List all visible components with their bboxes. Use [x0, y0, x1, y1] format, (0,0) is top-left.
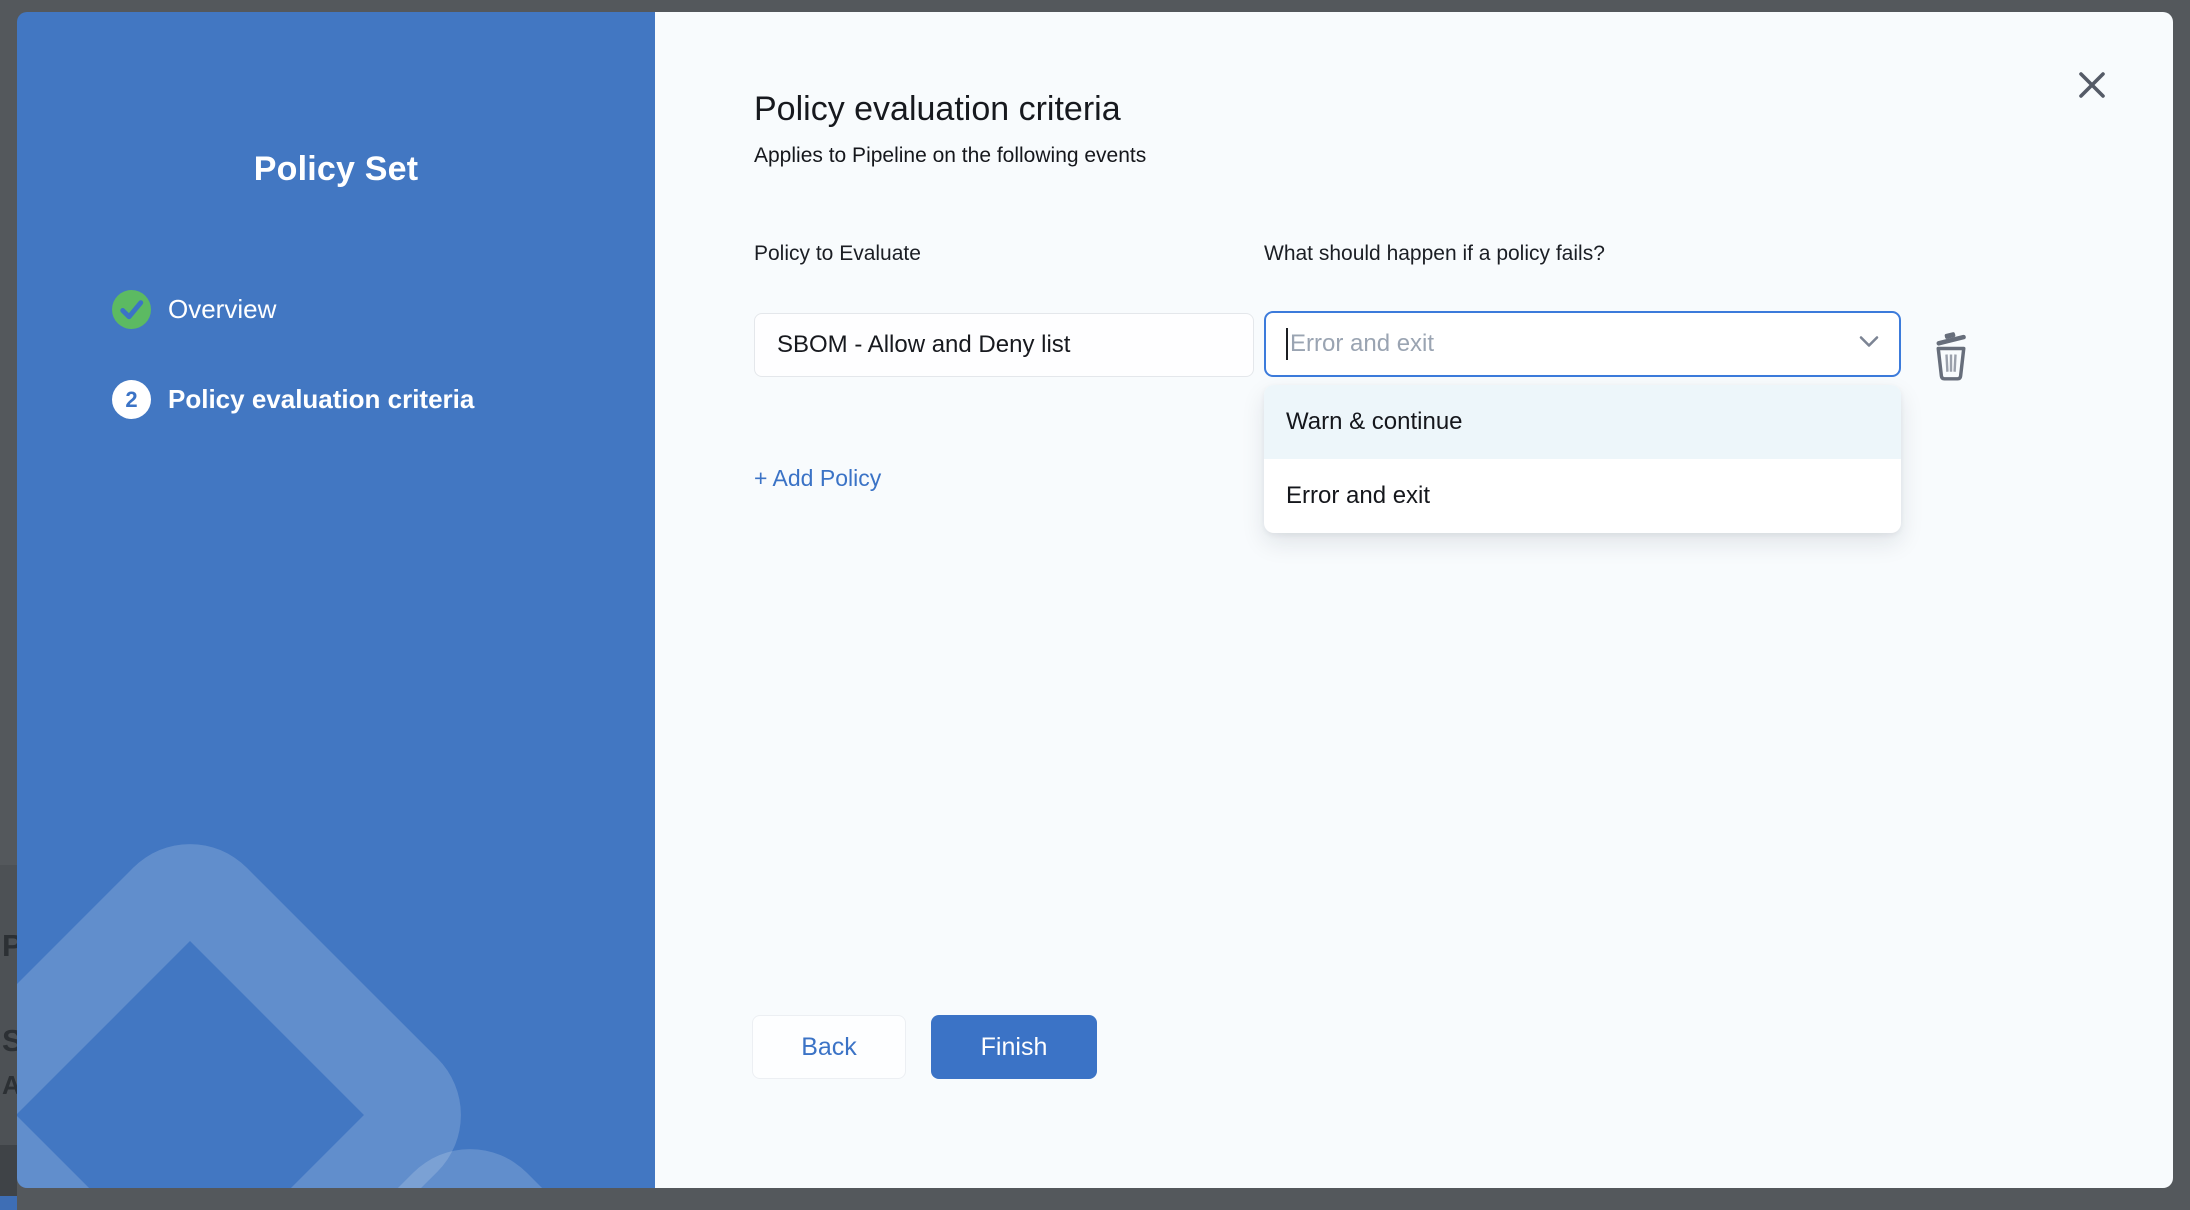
- add-policy-link[interactable]: + Add Policy: [754, 465, 881, 492]
- dropdown-option-warn-continue[interactable]: Warn & continue: [1264, 385, 1901, 459]
- background-text-fragment: A: [2, 1070, 17, 1101]
- step-label: Overview: [168, 294, 276, 325]
- background-text-fragment: S: [2, 1023, 17, 1059]
- chevron-down-icon[interactable]: [1857, 334, 1881, 355]
- policy-to-evaluate-label: Policy to Evaluate: [754, 242, 921, 266]
- policy-set-dialog: Policy Set Overview 2 Policy evaluation …: [17, 12, 2173, 1188]
- step-number-badge: 2: [112, 380, 151, 419]
- finish-button[interactable]: Finish: [931, 1015, 1097, 1079]
- trash-icon: [1930, 330, 1972, 382]
- policy-fail-label: What should happen if a policy fails?: [1264, 242, 1605, 266]
- dialog-actions: Back Finish: [752, 1015, 1097, 1079]
- dialog-title: Policy Set: [17, 150, 655, 189]
- background-segment: [0, 1145, 17, 1196]
- page-title: Policy evaluation criteria: [754, 90, 1121, 129]
- step-label: Policy evaluation criteria: [168, 384, 474, 415]
- wizard-steps: Overview 2 Policy evaluation criteria: [112, 290, 474, 419]
- option-label: Error and exit: [1286, 482, 1430, 510]
- delete-policy-row-button[interactable]: [1927, 328, 1975, 384]
- policy-fail-dropdown-menu: Warn & continue Error and exit: [1264, 385, 1901, 533]
- policy-to-evaluate-value: SBOM - Allow and Deny list: [777, 331, 1070, 359]
- combobox-placeholder: Error and exit: [1290, 330, 1434, 358]
- background-segment: [0, 865, 17, 1145]
- background-overlay: P S A: [0, 0, 17, 1210]
- option-label: Warn & continue: [1286, 408, 1463, 436]
- step-policy-evaluation-criteria[interactable]: 2 Policy evaluation criteria: [112, 380, 474, 419]
- back-button[interactable]: Back: [752, 1015, 906, 1079]
- dialog-content: Policy evaluation criteria Applies to Pi…: [655, 12, 2173, 1188]
- wizard-sidebar: Policy Set Overview 2 Policy evaluation …: [17, 12, 655, 1188]
- background-segment: [0, 1196, 17, 1210]
- policy-fail-combobox[interactable]: Error and exit: [1264, 311, 1901, 377]
- close-icon[interactable]: [2069, 62, 2115, 108]
- page-subtitle: Applies to Pipeline on the following eve…: [754, 144, 1146, 168]
- text-cursor: [1286, 328, 1288, 360]
- step-overview[interactable]: Overview: [112, 290, 474, 329]
- background-text-fragment: P: [2, 928, 17, 964]
- policy-to-evaluate-select[interactable]: SBOM - Allow and Deny list: [754, 313, 1254, 377]
- brand-watermark-icon: [17, 811, 494, 1188]
- step-completed-check-icon: [112, 290, 151, 329]
- dropdown-option-error-exit[interactable]: Error and exit: [1264, 459, 1901, 533]
